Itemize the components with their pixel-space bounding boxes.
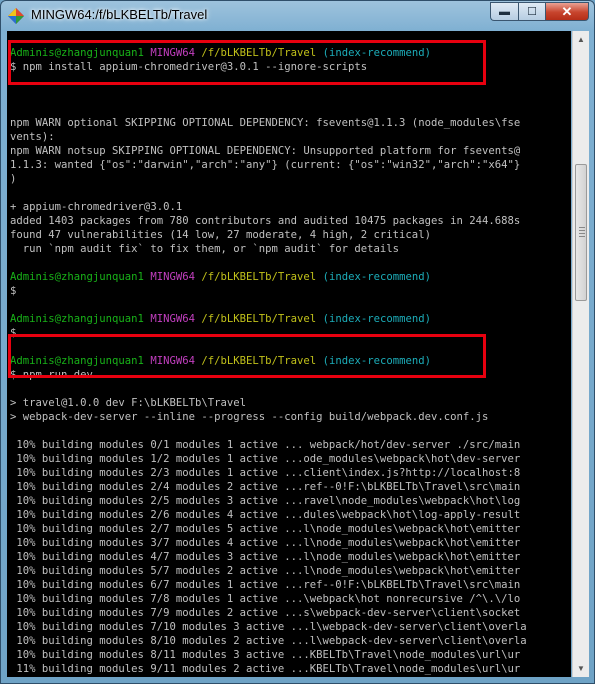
terminal-line: npm WARN notsup SKIPPING OPTIONAL DEPEND… (10, 144, 527, 158)
window-controls: ▬ ☐ ✕ (490, 2, 589, 21)
terminal-text-segment: 10% building modules 3/7 modules 4 activ… (10, 537, 521, 549)
terminal-text-segment: MINGW64 (150, 271, 195, 283)
terminal-line: > webpack-dev-server --inline --progress… (10, 410, 527, 424)
terminal-text-segment: 10% building modules 8/10 modules 2 acti… (10, 635, 527, 647)
terminal-text-segment: (index-recommend) (322, 313, 432, 325)
terminal-line: 10% building modules 0/1 modules 1 activ… (10, 438, 527, 452)
terminal-line: npm WARN optional SKIPPING OPTIONAL DEPE… (10, 116, 527, 130)
terminal-text-segment: 10% building modules 8/11 modules 3 acti… (10, 649, 521, 661)
terminal-text-segment: found 47 vulnerabilities (14 low, 27 mod… (10, 229, 431, 241)
scroll-up-arrow-icon[interactable]: ▲ (573, 31, 589, 48)
terminal-text-segment: (index-recommend) (322, 271, 432, 283)
terminal-line: 10% building modules 4/7 modules 3 activ… (10, 550, 527, 564)
terminal-text-segment: 10% building modules 2/3 modules 1 activ… (10, 467, 521, 479)
terminal-text-segment: MINGW64 (150, 313, 195, 325)
terminal-line: 10% building modules 1/2 modules 1 activ… (10, 452, 527, 466)
terminal-line: $ (10, 284, 527, 298)
terminal-text-segment: /f/bLKBELTb/Travel (201, 313, 317, 325)
terminal-line: 10% building modules 2/7 modules 5 activ… (10, 522, 527, 536)
terminal-line: 10% building modules 3/7 modules 4 activ… (10, 536, 527, 550)
terminal-text-segment: Adminis@zhangjunquan1 (10, 271, 144, 283)
terminal-line: 10% building modules 7/9 modules 2 activ… (10, 606, 527, 620)
scroll-down-arrow-icon[interactable]: ▼ (573, 660, 589, 677)
terminal-text-segment: 10% building modules 0/1 modules 1 activ… (10, 439, 521, 451)
terminal-line: 10% building modules 2/6 modules 4 activ… (10, 508, 527, 522)
terminal-text-segment: 10% building modules 1/2 modules 1 activ… (10, 453, 521, 465)
terminal-line: Adminis@zhangjunquan1 MINGW64 /f/bLKBELT… (10, 312, 527, 326)
terminal-text-segment: npm WARN notsup SKIPPING OPTIONAL DEPEND… (10, 145, 521, 157)
minimize-button[interactable]: ▬ (490, 2, 518, 21)
terminal-line: 1.1.3: wanted {"os":"darwin","arch":"any… (10, 158, 527, 172)
terminal-text-segment: 11% building modules 9/11 modules 2 acti… (10, 663, 521, 675)
window-title: MINGW64:/f/bLKBELTb/Travel (31, 7, 208, 22)
terminal-text-segment: 10% building modules 6/7 modules 1 activ… (10, 579, 521, 591)
terminal-text-segment: 10% building modules 7/10 modules 3 acti… (10, 621, 527, 633)
terminal-line: 10% building modules 7/8 modules 1 activ… (10, 592, 527, 606)
terminal-text-segment: npm WARN optional SKIPPING OPTIONAL DEPE… (10, 117, 521, 129)
highlight-box-install-command (8, 40, 486, 85)
terminal-line: found 47 vulnerabilities (14 low, 27 mod… (10, 228, 527, 242)
terminal-text-segment: 10% building modules 5/7 modules 2 activ… (10, 565, 521, 577)
terminal-text-segment: ) (10, 173, 17, 185)
terminal-line: > travel@1.0.0 dev F:\bLKBELTb\Travel (10, 396, 527, 410)
terminal-line: run `npm audit fix` to fix them, or `npm… (10, 242, 527, 256)
highlight-box-run-dev-command (8, 334, 486, 378)
terminal-text-segment: 10% building modules 4/7 modules 3 activ… (10, 551, 521, 563)
mingw-diamond-icon (8, 8, 24, 24)
terminal-line: ) (10, 172, 527, 186)
terminal-line: vents): (10, 130, 527, 144)
terminal-line: added 1403 packages from 780 contributor… (10, 214, 527, 228)
terminal-text-segment: /f/bLKBELTb/Travel (201, 271, 317, 283)
terminal-text-segment: run `npm audit fix` to fix them, or `npm… (10, 243, 400, 255)
close-button[interactable]: ✕ (545, 2, 589, 21)
terminal-line: 10% building modules 7/10 modules 3 acti… (10, 620, 527, 634)
scrollbar-thumb[interactable] (575, 164, 587, 301)
terminal-line: 10% building modules 6/7 modules 1 activ… (10, 578, 527, 592)
title-bar[interactable]: MINGW64:/f/bLKBELTb/Travel ▬ ☐ ✕ (1, 1, 594, 31)
terminal-line: 10% building modules 2/3 modules 1 activ… (10, 466, 527, 480)
terminal-text-segment: 10% building modules 2/5 modules 3 activ… (10, 495, 521, 507)
terminal-line: 10% building modules 5/7 modules 2 activ… (10, 564, 527, 578)
terminal-text-segment: added 1403 packages from 780 contributor… (10, 215, 521, 227)
terminal-text-segment: 10% building modules 7/9 modules 2 activ… (10, 607, 521, 619)
terminal-text-segment: 1.1.3: wanted {"os":"darwin","arch":"any… (10, 159, 521, 171)
terminal-text-segment: 10% building modules 7/8 modules 1 activ… (10, 593, 521, 605)
vertical-scrollbar[interactable]: ▲ ▼ (572, 31, 589, 677)
terminal-line: 11% building modules 9/11 modules 2 acti… (10, 662, 527, 676)
terminal-line: 10% building modules 8/11 modules 3 acti… (10, 648, 527, 662)
terminal-text-segment: 10% building modules 2/4 modules 2 activ… (10, 481, 521, 493)
terminal-output[interactable]: Adminis@zhangjunquan1 MINGW64 /f/bLKBELT… (7, 31, 571, 677)
terminal-text-segment: 10% building modules 2/6 modules 4 activ… (10, 509, 521, 521)
terminal-text-segment: vents): (10, 131, 55, 143)
terminal-line: Adminis@zhangjunquan1 MINGW64 /f/bLKBELT… (10, 270, 527, 284)
terminal-text-segment: 10% building modules 2/7 modules 5 activ… (10, 523, 521, 535)
terminal-text-segment: $ (10, 285, 17, 297)
terminal-line: 10% building modules 2/5 modules 3 activ… (10, 494, 527, 508)
terminal-line: + appium-chromedriver@3.0.1 (10, 200, 527, 214)
terminal-text-segment: > travel@1.0.0 dev F:\bLKBELTb\Travel (10, 397, 246, 409)
terminal-text-segment: + appium-chromedriver@3.0.1 (10, 201, 183, 213)
terminal-line: 10% building modules 2/4 modules 2 activ… (10, 480, 527, 494)
terminal-line: 11% building modules 10/11 modules 1 act… (10, 676, 527, 677)
terminal-line: 10% building modules 8/10 modules 2 acti… (10, 634, 527, 648)
maximize-button[interactable]: ☐ (518, 2, 545, 21)
terminal-text-segment: > webpack-dev-server --inline --progress… (10, 411, 489, 423)
terminal-text-segment: Adminis@zhangjunquan1 (10, 313, 144, 325)
terminal-window: MINGW64:/f/bLKBELTb/Travel ▬ ☐ ✕ Adminis… (0, 0, 595, 684)
